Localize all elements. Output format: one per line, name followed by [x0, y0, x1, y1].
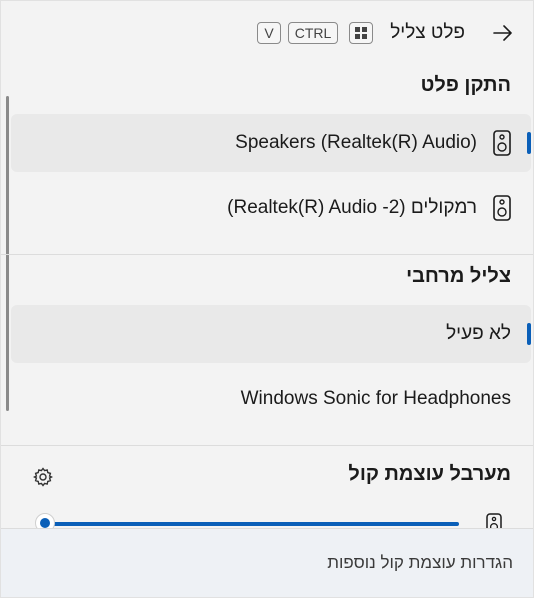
spatial-option-off[interactable]: לא פעיל — [11, 305, 531, 363]
output-device-heading: התקן פלט — [420, 74, 511, 96]
spatial-option-windows-sonic[interactable]: Windows Sonic for Headphones — [11, 370, 531, 428]
arrow-right-icon — [493, 25, 512, 41]
sound-output-panel: V CTRL פלט צליל התקן פלט Speakers (Realt… — [0, 0, 534, 598]
divider — [1, 445, 533, 446]
windows-key-icon — [349, 22, 373, 44]
back-button[interactable] — [487, 17, 519, 49]
volume-mixer-heading: מערבל עוצמת קול — [348, 463, 511, 485]
device-label: Speakers (Realtek(R) Audio) — [235, 132, 477, 153]
keycap-v: V — [257, 22, 281, 44]
page-title: פלט צליל — [390, 22, 465, 43]
footer: הגדרות עוצמת קול נוספות — [1, 528, 533, 597]
header: V CTRL פלט צליל — [1, 11, 533, 55]
slider-track — [43, 522, 459, 526]
keycap-ctrl: CTRL — [288, 22, 338, 44]
selected-indicator — [527, 132, 531, 154]
divider — [1, 254, 533, 255]
option-label: לא פעיל — [446, 323, 511, 344]
device-label: רמקולים (2- Realtek(R) Audio) — [227, 197, 477, 218]
speaker-icon — [493, 195, 511, 221]
spatial-sound-heading: צליל מרחבי — [406, 265, 511, 287]
selected-indicator — [527, 323, 531, 345]
option-label: Windows Sonic for Headphones — [240, 388, 511, 409]
more-volume-settings-link[interactable]: הגדרות עוצמת קול נוספות — [327, 553, 513, 573]
output-device-speakers-2[interactable]: רמקולים (2- Realtek(R) Audio) — [11, 179, 531, 237]
output-device-speakers-realtek[interactable]: Speakers (Realtek(R) Audio) — [11, 114, 531, 172]
speaker-icon — [493, 130, 511, 156]
gear-icon[interactable] — [33, 467, 53, 487]
